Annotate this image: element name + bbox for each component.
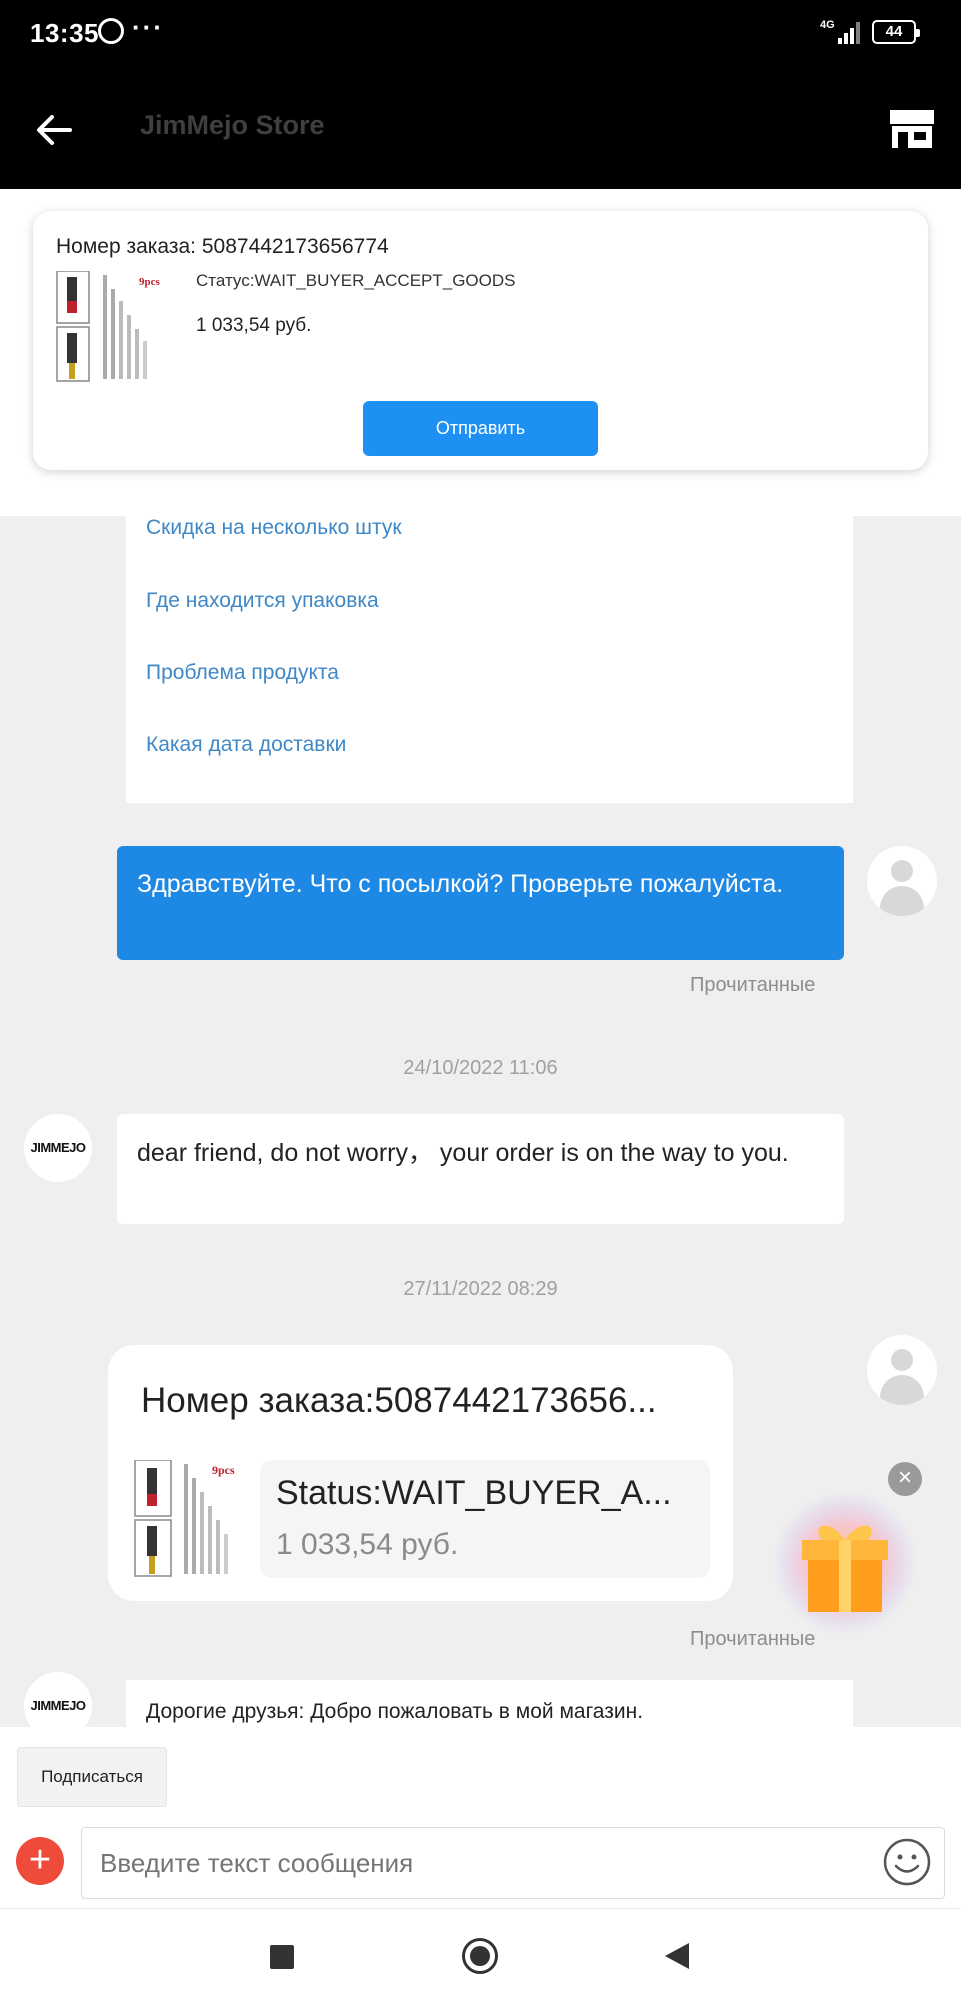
app-bar: JimMejo Store bbox=[0, 70, 961, 189]
quick-reply-item[interactable]: Какая дата доставки bbox=[146, 733, 346, 757]
store-message-bubble[interactable]: dear friend, do not worry， your order is… bbox=[117, 1114, 844, 1224]
message-timestamp: 27/11/2022 08:29 bbox=[403, 1278, 558, 1300]
store-title: JimMejo Store bbox=[140, 110, 325, 140]
plus-icon[interactable]: + bbox=[16, 1837, 64, 1885]
composer-panel: Подписаться + bbox=[0, 1727, 961, 1908]
quick-reply-item[interactable]: Где находится упаковка bbox=[146, 589, 379, 613]
message-timestamp: 24/10/2022 11:06 bbox=[403, 1057, 558, 1079]
gift-icon[interactable] bbox=[770, 1488, 920, 1638]
order-number: Номер заказа: 5087442173656774 bbox=[56, 235, 389, 258]
battery-icon: 44 bbox=[872, 20, 920, 44]
thumbnail-label: 9pcs bbox=[212, 1463, 235, 1477]
smiley-icon[interactable] bbox=[882, 1837, 932, 1887]
read-receipt: Прочитанные bbox=[690, 974, 816, 996]
order-message-bubble[interactable]: Номер заказа:5087442173656... 9pcs Statu… bbox=[108, 1345, 733, 1601]
order-bubble-status: Status:WAIT_BUYER_A... bbox=[276, 1474, 672, 1512]
thumbnail-label: 9pcs bbox=[139, 276, 161, 288]
order-status: Статус:WAIT_BUYER_ACCEPT_GOODS bbox=[196, 271, 516, 290]
back-icon[interactable] bbox=[665, 1943, 689, 1969]
status-bar: 13:35 ··· 4G 44 bbox=[0, 0, 961, 70]
signal-icon bbox=[838, 20, 864, 44]
arrow-left-icon[interactable] bbox=[32, 108, 76, 152]
subscribe-button[interactable]: Подписаться bbox=[17, 1747, 167, 1807]
whatsapp-icon bbox=[98, 18, 124, 44]
message-input[interactable] bbox=[81, 1827, 945, 1899]
more-notifications-icon: ··· bbox=[132, 12, 164, 42]
quick-reply-item[interactable]: Скидка на несколько штук bbox=[146, 516, 402, 540]
user-avatar[interactable] bbox=[867, 846, 937, 916]
close-icon[interactable]: × bbox=[888, 1462, 922, 1496]
order-bubble-info: Status:WAIT_BUYER_A... 1 033,54 руб. bbox=[260, 1460, 710, 1578]
user-message-bubble[interactable]: Здравствуйте. Что с посылкой? Проверьте … bbox=[117, 846, 844, 960]
quick-reply-item[interactable]: Проблема продукта bbox=[146, 661, 339, 685]
status-time: 13:35 bbox=[30, 18, 99, 48]
storefront-icon[interactable] bbox=[888, 108, 936, 150]
product-thumbnail[interactable]: 9pcs bbox=[134, 1460, 244, 1578]
store-avatar[interactable]: JIMMEJO bbox=[24, 1114, 92, 1182]
send-order-button[interactable]: Отправить bbox=[363, 401, 598, 456]
recents-icon[interactable] bbox=[270, 1945, 294, 1969]
product-thumbnail[interactable]: 9pcs bbox=[55, 271, 175, 383]
person-icon bbox=[891, 860, 913, 882]
order-bubble-number: Номер заказа:5087442173656... bbox=[141, 1381, 657, 1420]
network-type: 4G bbox=[820, 19, 835, 31]
quick-replies-card: Скидка на несколько штук Где находится у… bbox=[126, 516, 853, 803]
order-card: Номер заказа: 5087442173656774 9pcs Стат… bbox=[33, 211, 928, 470]
person-icon bbox=[891, 1349, 913, 1371]
system-navigation-bar bbox=[0, 1908, 961, 2000]
order-panel: Номер заказа: 5087442173656774 9pcs Стат… bbox=[0, 189, 961, 516]
order-price: 1 033,54 руб. bbox=[196, 315, 312, 336]
home-icon[interactable] bbox=[462, 1938, 498, 1974]
order-bubble-price: 1 033,54 руб. bbox=[276, 1528, 459, 1561]
user-avatar[interactable] bbox=[867, 1335, 937, 1405]
